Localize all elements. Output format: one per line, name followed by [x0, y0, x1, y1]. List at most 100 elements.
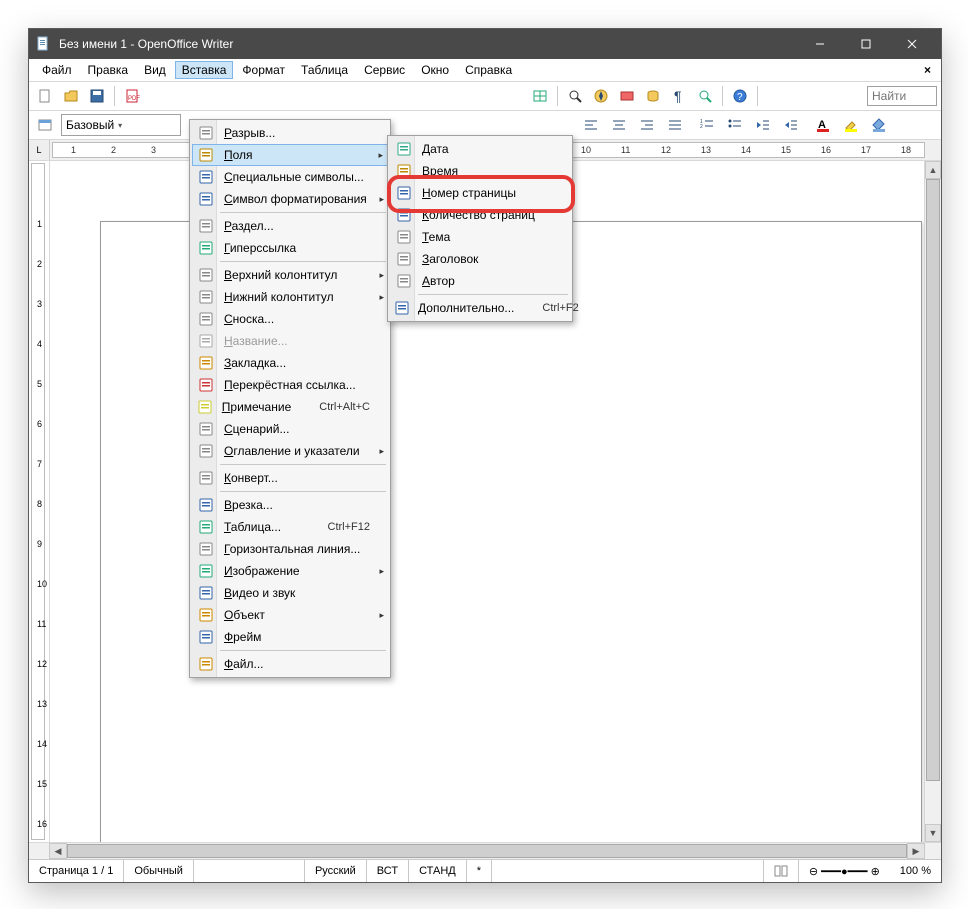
menu-file[interactable]: Файл	[35, 61, 79, 79]
table-icon	[196, 519, 216, 535]
align-right-icon[interactable]	[635, 113, 659, 137]
menu-item-iframe[interactable]: Фрейм	[192, 626, 388, 648]
menu-edit[interactable]: Правка	[81, 61, 136, 79]
status-lang[interactable]: Русский	[305, 860, 367, 882]
menu-item-crossref[interactable]: Перекрёстная ссылка...	[192, 374, 388, 396]
dec-indent-icon[interactable]	[751, 113, 775, 137]
scroll-left-icon[interactable]: ◀	[49, 843, 67, 859]
menu-insert-dropdown: Разрыв...Поля▸Специальные символы...Симв…	[189, 119, 391, 678]
status-insert[interactable]: ВСТ	[367, 860, 409, 882]
nonprinting-icon[interactable]: ¶	[667, 84, 691, 108]
status-modified[interactable]: *	[467, 860, 492, 882]
menu-item-hr[interactable]: Горизонтальная линия...	[192, 538, 388, 560]
gallery-icon[interactable]	[615, 84, 639, 108]
menu-window[interactable]: Окно	[414, 61, 456, 79]
zoom-plus[interactable]: ⊕	[871, 865, 880, 878]
close-button[interactable]	[889, 29, 935, 59]
menu-item-format-mark[interactable]: Символ форматирования▸	[192, 188, 388, 210]
datasources-icon[interactable]	[641, 84, 665, 108]
field-item-page-number[interactable]: Номер страницы	[390, 182, 570, 204]
menu-item-envelope[interactable]: Конверт...	[192, 467, 388, 489]
scroll-thumb-h[interactable]	[67, 844, 907, 858]
field-item-page-count[interactable]: Количество страниц	[390, 204, 570, 226]
menu-item-table[interactable]: Таблица...Ctrl+F12	[192, 516, 388, 538]
styles-dialog-icon[interactable]	[33, 113, 57, 137]
field-item-author[interactable]: Автор	[390, 270, 570, 292]
paragraph-style-combo[interactable]: Базовый▾	[61, 114, 181, 136]
status-selmode[interactable]: СТАНД	[409, 860, 467, 882]
open-icon[interactable]	[59, 84, 83, 108]
align-center-icon[interactable]	[607, 113, 631, 137]
scroll-down-icon[interactable]: ▼	[925, 824, 941, 842]
menu-item-footnote[interactable]: Сноска...	[192, 308, 388, 330]
numbered-list-icon[interactable]: 12	[695, 113, 719, 137]
bg-color-icon[interactable]	[867, 113, 891, 137]
close-document-button[interactable]: ×	[920, 63, 935, 77]
save-icon[interactable]	[85, 84, 109, 108]
menu-item-bookmark[interactable]: Закладка...	[192, 352, 388, 374]
menu-view[interactable]: Вид	[137, 61, 173, 79]
field-item-title[interactable]: Заголовок	[390, 248, 570, 270]
highlight-icon[interactable]	[839, 113, 863, 137]
ruler-vertical[interactable]: 12345678910111213141516	[29, 161, 50, 842]
vertical-scrollbar[interactable]: ▲ ▼	[924, 161, 941, 842]
menu-item-comment[interactable]: ПримечаниеCtrl+Alt+C	[192, 396, 388, 418]
menu-tools[interactable]: Сервис	[357, 61, 412, 79]
zoom-icon[interactable]	[693, 84, 717, 108]
image-icon	[196, 563, 216, 579]
minimize-button[interactable]	[797, 29, 843, 59]
menu-item-footer[interactable]: Нижний колонтитул▸	[192, 286, 388, 308]
menu-help[interactable]: Справка	[458, 61, 519, 79]
menu-insert[interactable]: Вставка	[175, 61, 234, 79]
new-doc-icon[interactable]	[33, 84, 57, 108]
bullet-list-icon[interactable]	[723, 113, 747, 137]
status-page[interactable]: Страница 1 / 1	[29, 860, 124, 882]
help-icon[interactable]: ?	[728, 84, 752, 108]
menu-item-object[interactable]: Объект▸	[192, 604, 388, 626]
menu-format[interactable]: Формат	[235, 61, 292, 79]
break-icon	[196, 125, 216, 141]
frame-icon	[196, 497, 216, 513]
scroll-right-icon[interactable]: ▶	[907, 843, 925, 859]
statusbar: Страница 1 / 1 Обычный Русский ВСТ СТАНД…	[29, 859, 941, 882]
menu-item-special-char[interactable]: Специальные символы...	[192, 166, 388, 188]
table-icon[interactable]	[528, 84, 552, 108]
menu-fields-submenu: ДатаВремяНомер страницыКоличество страни…	[387, 135, 573, 322]
header-icon	[196, 267, 216, 283]
align-left-icon[interactable]	[579, 113, 603, 137]
subject-icon	[394, 229, 414, 245]
navigator-icon[interactable]	[589, 84, 613, 108]
menu-item-script[interactable]: Сценарий...	[192, 418, 388, 440]
menu-item-section[interactable]: Раздел...	[192, 215, 388, 237]
inc-indent-icon[interactable]	[779, 113, 803, 137]
menu-item-frame[interactable]: Врезка...	[192, 494, 388, 516]
field-item-time[interactable]: Время	[390, 160, 570, 182]
menu-item-break[interactable]: Разрыв...	[192, 122, 388, 144]
find-icon[interactable]	[563, 84, 587, 108]
footnote-icon	[196, 311, 216, 327]
status-style[interactable]: Обычный	[124, 860, 194, 882]
menu-table[interactable]: Таблица	[294, 61, 355, 79]
menu-item-image[interactable]: Изображение▸	[192, 560, 388, 582]
align-justify-icon[interactable]	[663, 113, 687, 137]
maximize-button[interactable]	[843, 29, 889, 59]
scroll-up-icon[interactable]: ▲	[925, 161, 941, 179]
field-item-date[interactable]: Дата	[390, 138, 570, 160]
menu-item-fields[interactable]: Поля▸	[192, 144, 388, 166]
scroll-thumb-v[interactable]	[926, 179, 940, 781]
font-color-icon[interactable]: A	[811, 113, 835, 137]
menu-item-index[interactable]: Оглавление и указатели▸	[192, 440, 388, 462]
export-pdf-icon[interactable]: PDF	[120, 84, 144, 108]
zoom-minus[interactable]: ⊖	[809, 865, 818, 878]
field-item-other[interactable]: Дополнительно...Ctrl+F2	[390, 297, 570, 319]
menu-item-hyperlink[interactable]: Гиперссылка	[192, 237, 388, 259]
ruler-corner: L	[29, 140, 50, 160]
status-zoom[interactable]: 100 %	[890, 865, 941, 877]
find-input[interactable]	[867, 86, 937, 106]
horizontal-scrollbar[interactable]: ◀ ▶	[29, 842, 941, 859]
status-bookview[interactable]	[764, 860, 799, 882]
menu-item-header[interactable]: Верхний колонтитул▸	[192, 264, 388, 286]
menu-item-media[interactable]: Видео и звук	[192, 582, 388, 604]
field-item-subject[interactable]: Тема	[390, 226, 570, 248]
menu-item-file[interactable]: Файл...	[192, 653, 388, 675]
